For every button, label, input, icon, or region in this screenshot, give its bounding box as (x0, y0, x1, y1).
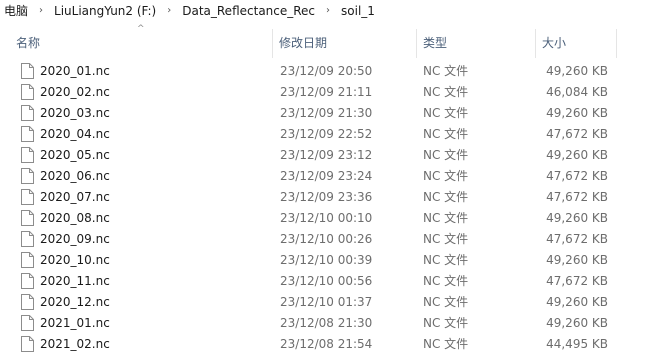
column-header-size[interactable]: 大小 (542, 27, 566, 60)
column-divider[interactable] (616, 29, 617, 58)
file-size: 44,495 KB (546, 337, 608, 351)
file-size: 46,084 KB (546, 85, 608, 99)
file-size: 49,260 KB (546, 106, 608, 120)
chevron-right-icon[interactable]: › (30, 0, 52, 22)
breadcrumb-item-folder[interactable]: Data_Reflectance_Rec (180, 0, 317, 22)
file-row[interactable]: 2020_05.nc 23/12/09 23:12 NC 文件 49,260 KB (0, 145, 649, 166)
file-row[interactable]: 2020_04.nc 23/12/09 22:52 NC 文件 47,672 KB (0, 124, 649, 145)
file-row[interactable]: 2021_02.nc 23/12/08 21:54 NC 文件 44,495 KB (0, 334, 649, 352)
breadcrumb-item-drive[interactable]: LiuLiangYun2 (F:) (52, 0, 158, 22)
chevron-right-icon[interactable]: › (158, 0, 180, 22)
breadcrumb-item-current[interactable]: soil_1 (339, 0, 377, 22)
column-header-name[interactable]: 名称 (16, 27, 40, 60)
breadcrumb: 电脑 › LiuLiangYun2 (F:) › Data_Reflectanc… (0, 0, 649, 22)
chevron-right-icon[interactable]: › (317, 0, 339, 22)
file-row[interactable]: 2020_11.nc 23/12/10 00:56 NC 文件 47,672 KB (0, 271, 649, 292)
column-header-row: ^ 名称 修改日期 类型 大小 (0, 24, 649, 60)
file-row[interactable]: 2020_03.nc 23/12/09 21:30 NC 文件 49,260 KB (0, 103, 649, 124)
file-row[interactable]: 2020_12.nc 23/12/10 01:37 NC 文件 49,260 KB (0, 292, 649, 313)
file-row[interactable]: 2020_07.nc 23/12/09 23:36 NC 文件 47,672 KB (0, 187, 649, 208)
file-row[interactable]: 2020_01.nc 23/12/09 20:50 NC 文件 49,260 KB (0, 61, 649, 82)
column-header-type[interactable]: 类型 (423, 27, 447, 60)
file-size: 47,672 KB (546, 232, 608, 246)
file-size: 49,260 KB (546, 148, 608, 162)
file-row[interactable]: 2020_06.nc 23/12/09 23:24 NC 文件 47,672 KB (0, 166, 649, 187)
column-divider[interactable] (416, 29, 417, 58)
file-size: 49,260 KB (546, 211, 608, 225)
file-size: 47,672 KB (546, 274, 608, 288)
column-header-date[interactable]: 修改日期 (279, 27, 327, 60)
file-row[interactable]: 2020_10.nc 23/12/10 00:39 NC 文件 49,260 KB (0, 250, 649, 271)
file-size: 49,260 KB (546, 64, 608, 78)
column-divider[interactable] (535, 29, 536, 58)
file-size: 49,260 KB (546, 316, 608, 330)
file-size: 47,672 KB (546, 190, 608, 204)
file-row[interactable]: 2021_01.nc 23/12/08 21:30 NC 文件 49,260 KB (0, 313, 649, 334)
file-list: 2020_01.nc 23/12/09 20:50 NC 文件 49,260 KB 20… (0, 61, 649, 352)
file-size: 49,260 KB (546, 295, 608, 309)
file-explorer-window: 电脑 › LiuLiangYun2 (F:) › Data_Reflectanc… (0, 0, 649, 352)
file-row[interactable]: 2020_08.nc 23/12/10 00:10 NC 文件 49,260 KB (0, 208, 649, 229)
column-divider[interactable] (272, 29, 273, 58)
breadcrumb-item-computer[interactable]: 电脑 (0, 0, 30, 22)
file-size: 49,260 KB (546, 253, 608, 267)
file-row[interactable]: 2020_02.nc 23/12/09 21:11 NC 文件 46,084 KB (0, 82, 649, 103)
sort-ascending-icon: ^ (137, 24, 145, 34)
file-row[interactable]: 2020_09.nc 23/12/10 00:26 NC 文件 47,672 KB (0, 229, 649, 250)
file-size: 47,672 KB (546, 169, 608, 183)
file-size: 47,672 KB (546, 127, 608, 141)
